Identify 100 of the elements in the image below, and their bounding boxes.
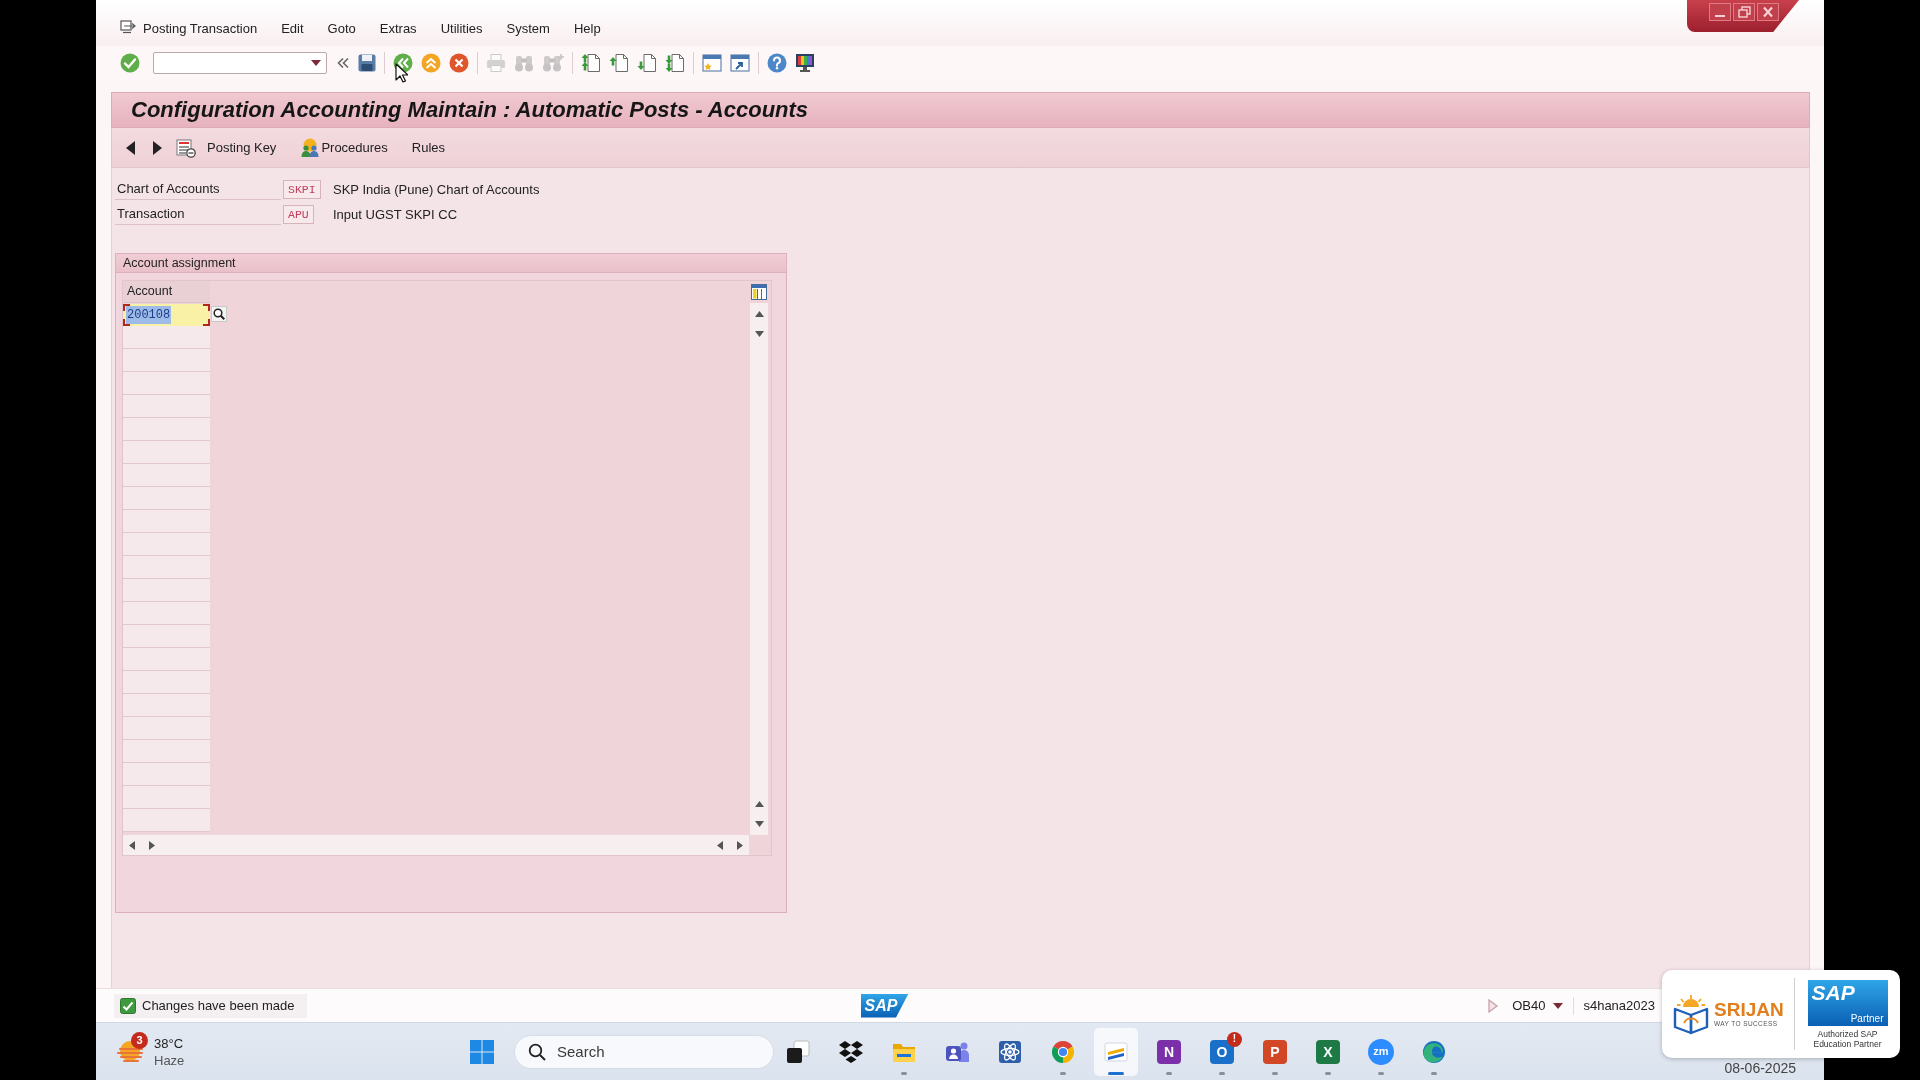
scroll-right-icon[interactable] — [737, 840, 743, 850]
page-double-up-arrow-icon[interactable] — [581, 53, 601, 73]
search-icon — [528, 1042, 546, 1061]
menu-icon[interactable] — [120, 20, 136, 34]
input-field[interactable] — [123, 487, 210, 510]
taskbar-app-button[interactable]: O ! — [1200, 1027, 1244, 1076]
double-chevron-left-icon[interactable] — [336, 56, 350, 70]
value-field: APU — [283, 205, 314, 224]
input-field[interactable] — [123, 579, 210, 602]
diamond-pattern-icon — [838, 1038, 864, 1065]
logo-caption: Authorized SAP Education Partner — [1812, 1028, 1883, 1049]
input-field[interactable] — [123, 510, 210, 533]
menu-item[interactable]: Utilities — [440, 22, 483, 35]
app-icon: O — [1210, 1039, 1234, 1064]
menu-item[interactable]: Posting Transaction — [143, 22, 258, 35]
search-field[interactable]: Search — [514, 1034, 774, 1069]
scroll-left-icon[interactable] — [129, 840, 135, 850]
toolbar-button[interactable]: Rules — [407, 133, 450, 162]
input-field[interactable] — [123, 717, 210, 740]
menu-item[interactable]: System — [506, 22, 550, 35]
menu-item[interactable]: Goto — [327, 22, 356, 35]
notification-badge: 3 — [131, 1031, 148, 1049]
swirl-icon — [1421, 1038, 1447, 1065]
input-field[interactable] — [123, 740, 210, 763]
people-icon — [300, 137, 321, 158]
previous-icon[interactable] — [126, 140, 136, 155]
chevron-up-circle-icon[interactable] — [421, 53, 441, 73]
notification-badge: ! — [1227, 1031, 1242, 1047]
minimize-icon[interactable] — [1709, 3, 1731, 21]
field-description: SKP India (Pune) Chart of Accounts — [333, 180, 540, 199]
next-icon[interactable] — [152, 140, 162, 155]
input-field[interactable] — [123, 763, 210, 786]
scroll-down-icon[interactable] — [754, 331, 764, 337]
input-field[interactable] — [123, 786, 210, 809]
page-title: Configuration Accounting Maintain : Automatic Posts - Accounts — [131, 99, 809, 121]
scroll-down-icon[interactable] — [754, 821, 764, 827]
toolbar-button[interactable]: Posting Key — [172, 133, 281, 162]
menu-item[interactable]: Edit — [281, 22, 304, 35]
transaction-code: OB40 — [1512, 996, 1546, 1015]
scroll-up-icon[interactable] — [754, 801, 764, 807]
brand-name: SRIJAN — [1714, 1000, 1784, 1020]
input-field[interactable] — [123, 418, 210, 441]
scroll-right-icon[interactable] — [149, 840, 155, 850]
page-double-down-arrow-icon[interactable] — [665, 53, 685, 73]
value-field: SKPI — [283, 180, 321, 199]
input-field[interactable] — [123, 441, 210, 464]
monitor-icon[interactable] — [795, 53, 815, 73]
menu-item[interactable]: Extras — [379, 22, 417, 35]
status-message: Changes have been made — [142, 996, 295, 1015]
close-circle-icon[interactable] — [449, 53, 469, 73]
input-field[interactable] — [123, 602, 210, 625]
scroll-left-icon[interactable] — [717, 840, 723, 850]
help-icon[interactable] — [767, 53, 787, 73]
taskbar-app-button[interactable]: P — [1253, 1027, 1297, 1076]
search-icon[interactable] — [211, 306, 227, 322]
input-field[interactable] — [123, 464, 210, 487]
input-field[interactable] — [123, 671, 210, 694]
atom-icon — [997, 1038, 1023, 1065]
overlapping-squares-icon — [785, 1038, 811, 1065]
column-settings-icon[interactable] — [751, 284, 767, 300]
command-field[interactable] — [153, 52, 327, 74]
menu-item[interactable]: Help — [573, 22, 601, 35]
app-icon: X — [1316, 1039, 1340, 1064]
scroll-up-icon[interactable] — [754, 311, 764, 317]
page-up-arrow-icon[interactable] — [609, 53, 629, 73]
input-field[interactable]: 200108 — [123, 303, 210, 326]
app-icon: zm — [1368, 1038, 1394, 1065]
system-name: s4hana2023 — [1583, 996, 1655, 1015]
input-field[interactable] — [123, 809, 210, 832]
input-field[interactable] — [123, 533, 210, 556]
input-field[interactable] — [123, 349, 210, 372]
input-field[interactable] — [123, 556, 210, 579]
partner-logo: SAP Partner — [1807, 979, 1888, 1026]
app-icon: N — [1157, 1039, 1181, 1064]
input-field[interactable] — [123, 372, 210, 395]
column-header: Account — [123, 281, 210, 303]
start-icon[interactable] — [470, 1039, 494, 1064]
page-down-arrow-icon[interactable] — [637, 53, 657, 73]
close-icon[interactable] — [1757, 3, 1779, 21]
list-icon — [176, 137, 196, 158]
color-wheel-icon — [1050, 1038, 1076, 1065]
input-field[interactable] — [123, 648, 210, 671]
weather-condition: Haze — [154, 1051, 185, 1069]
input-field[interactable] — [123, 326, 210, 349]
caret-icon[interactable] — [1553, 1002, 1564, 1009]
date: 08-06-2025 — [1724, 1060, 1796, 1076]
input-field[interactable] — [123, 395, 210, 418]
input-field[interactable] — [123, 625, 210, 648]
input-field[interactable] — [123, 694, 210, 717]
field-label: Transaction — [115, 204, 281, 225]
restore-icon[interactable] — [1733, 3, 1755, 21]
toolbar-button[interactable]: Procedures — [296, 133, 392, 162]
field-description: Input UGST SKPI CC — [333, 205, 458, 224]
taskbar-app-button[interactable]: N — [1147, 1027, 1191, 1076]
taskbar-app-button[interactable]: X — [1306, 1027, 1350, 1076]
app-icon: P — [1263, 1039, 1287, 1064]
caret-icon[interactable] — [311, 60, 321, 66]
check-circle-icon[interactable] — [120, 53, 140, 73]
group-header: Account assignment — [116, 254, 786, 273]
triangle-icon[interactable] — [1488, 998, 1499, 1013]
